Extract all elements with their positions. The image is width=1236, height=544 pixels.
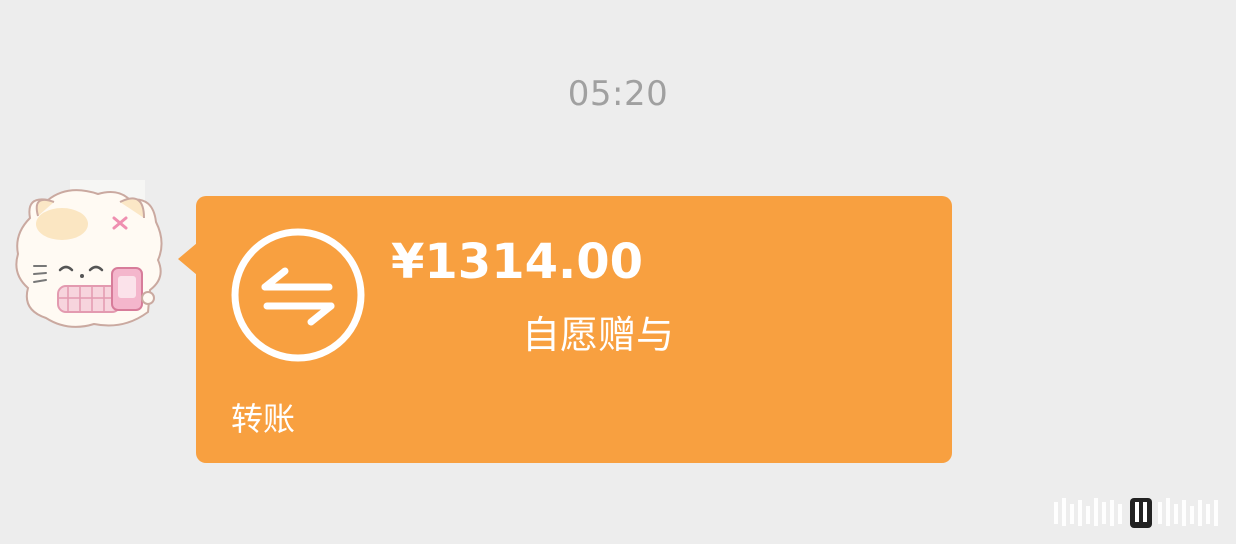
transfer-type-label: 转账 bbox=[231, 400, 296, 438]
transfer-amount: ¥1314.00 bbox=[391, 234, 644, 290]
message-timestamp: 05:20 bbox=[567, 74, 669, 114]
transfer-arrows-icon bbox=[229, 226, 367, 364]
bubble-tail bbox=[178, 243, 197, 275]
watermark-logo bbox=[1050, 494, 1226, 532]
transfer-note: 自愿赠与 bbox=[522, 313, 675, 357]
sender-avatar[interactable] bbox=[8, 178, 168, 338]
transfer-message-bubble[interactable]: ¥1314.00 自愿赠与 转账 bbox=[196, 196, 952, 463]
cat-avatar-icon bbox=[15, 180, 163, 328]
